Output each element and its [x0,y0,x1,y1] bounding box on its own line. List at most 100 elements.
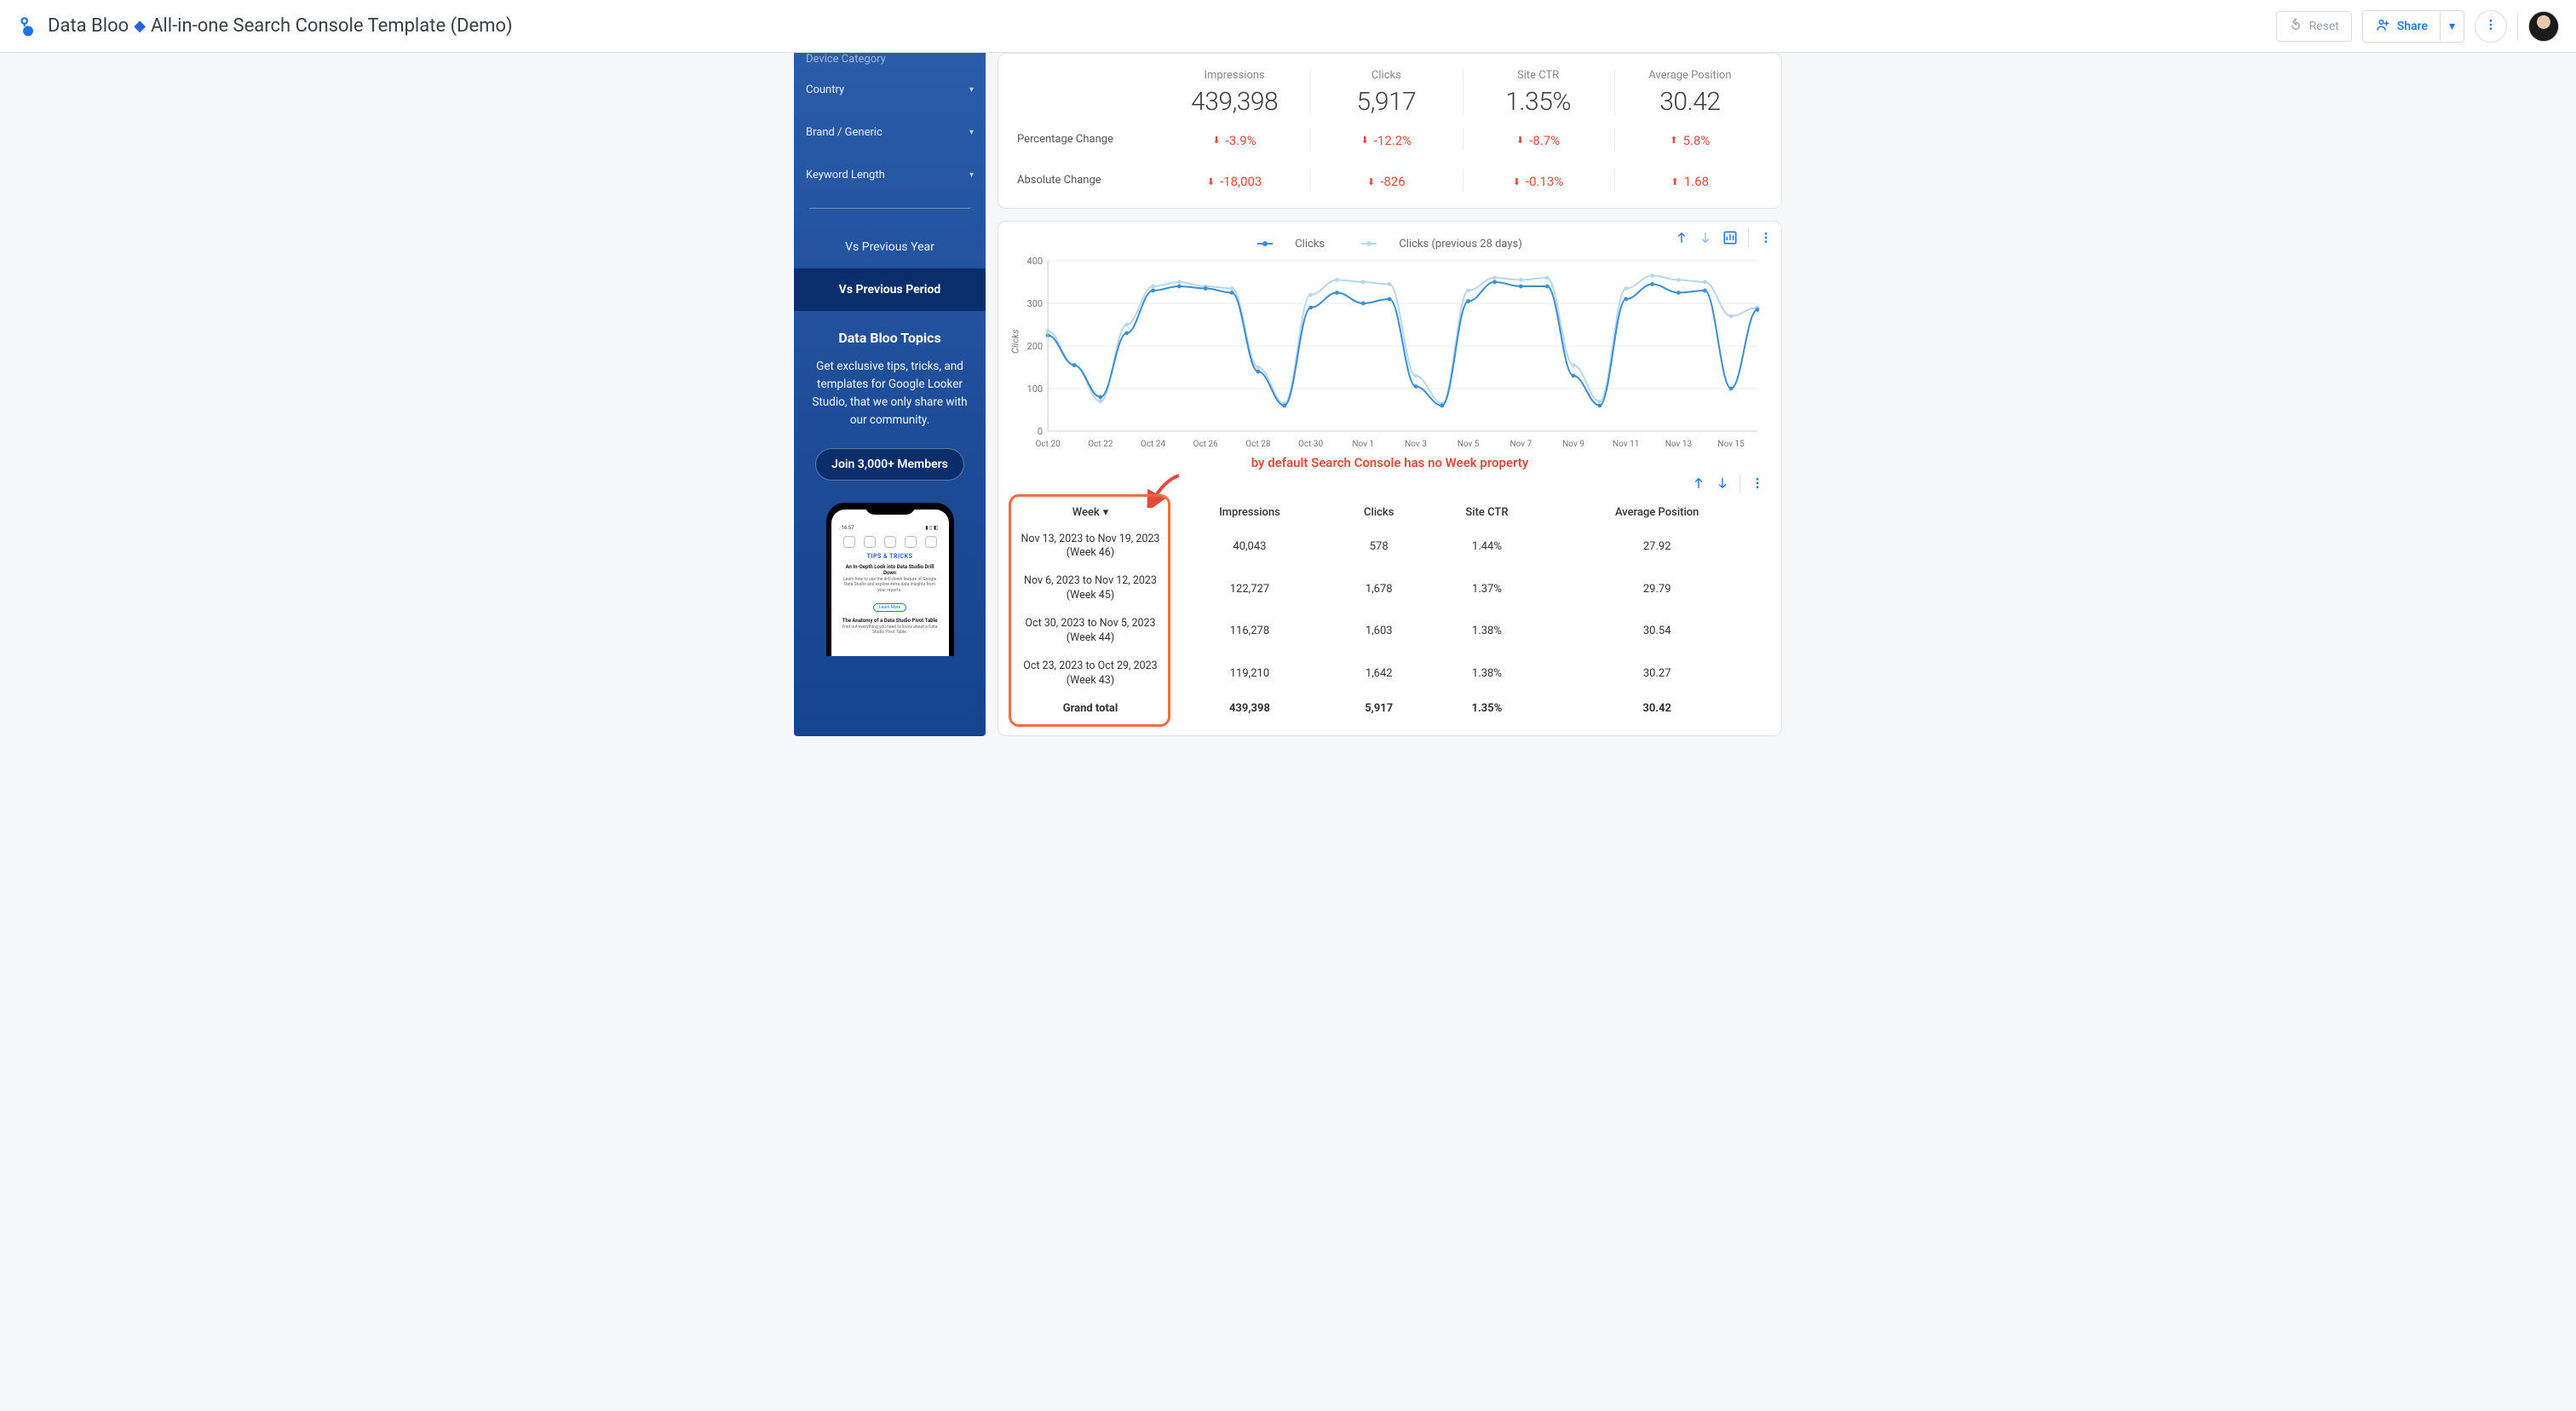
table-row: Nov 6, 2023 to Nov 12, 2023(Week 45)122,… [1014,567,1766,610]
arrow-down-icon: ⬇ [1361,135,1369,146]
filter-label: Device Category [806,53,886,66]
tab-vs-previous-period[interactable]: Vs Previous Period [794,268,986,311]
cta-label: Join 3,000+ Members [831,458,948,471]
chart-legend: Clicks Clicks (previous 28 days) [1014,235,1766,251]
svg-text:Nov 15: Nov 15 [1717,440,1745,449]
weekly-table-wrap: Week ▾ Impressions Clicks Site CTR Avera… [1014,499,1766,722]
kpi-label: Clicks [1314,69,1458,82]
chart-ylabel: Clicks [1010,329,1021,354]
grand-position: 30.42 [1548,695,1766,722]
sidebar-filter-device-category[interactable]: Device Category [806,53,974,68]
sort-descending-button[interactable] [1699,231,1712,245]
kpi-pct-value: -8.7% [1529,133,1560,148]
kpi-value: 439,398 [1162,87,1307,117]
share-dropdown-button[interactable]: ▾ [2440,11,2464,42]
topbar: Data Bloo ◆ All-in-one Search Console Te… [0,0,2576,53]
share-button[interactable]: Share [2363,11,2440,42]
caret-down-icon: ▾ [969,85,974,95]
sort-ascending-button[interactable] [1675,231,1688,245]
kpi-value: 5,917 [1314,87,1458,117]
table-sort-asc-button[interactable] [1692,476,1705,490]
phone-learn-more: Learn More [873,603,906,612]
explore-chart-button[interactable] [1722,230,1738,245]
svg-text:Oct 22: Oct 22 [1088,440,1113,449]
arrow-down-icon: ⬇ [1516,135,1524,146]
table-more-button[interactable] [1751,476,1764,490]
arrow-down-icon: ⬇ [1367,176,1375,187]
filter-label: Country [806,84,844,96]
phone-time: 16:57 [842,525,854,531]
svg-text:400: 400 [1027,256,1044,267]
sidebar-filter-brand-generic[interactable]: Brand / Generic ▾ [806,111,974,153]
svg-text:Nov 9: Nov 9 [1562,440,1584,449]
th-position[interactable]: Average Position [1548,499,1766,526]
main-column: Impressions439,398Clicks5,917Site CTR1.3… [998,53,1782,736]
svg-text:0: 0 [1038,426,1043,437]
chart-more-button[interactable] [1759,231,1773,245]
topics-body: Get exclusive tips, tricks, and template… [808,358,972,429]
kpi-pct-value: -3.9% [1226,133,1256,148]
svg-text:Nov 3: Nov 3 [1405,440,1427,449]
th-clicks[interactable]: Clicks [1332,499,1426,526]
kpi-label: Average Position [1618,69,1762,82]
clicks-line-chart: Clicks 0100200300400Oct 20Oct 22Oct 24Oc… [1014,256,1766,452]
kpi-clicks: Clicks 5,917 [1310,64,1462,122]
kpi-average-position: Average Position30.42 [1614,64,1766,122]
user-avatar[interactable] [2528,11,2559,42]
cell-week: Oct 23, 2023 to Oct 29, 2023(Week 43) [1014,653,1167,695]
th-week[interactable]: Week ▾ [1014,499,1167,526]
reset-button[interactable]: Reset [2276,11,2352,42]
comparison-tabs: Vs Previous Year Vs Previous Period [794,226,986,311]
legend-series-a: Clicks [1295,238,1325,251]
phone-mockup: 16:57▮ ▯ ◧ TIPS & TRICKS An In-Depth Loo… [826,503,954,656]
report-brand: Data Bloo [48,15,129,37]
sidebar-topics: Data Bloo Topics Get exclusive tips, tri… [794,311,986,656]
svg-text:200: 200 [1027,341,1044,352]
cell-ctr: 1.38% [1426,610,1549,653]
report-title: Data Bloo ◆ All-in-one Search Console Te… [48,15,513,37]
kpi-pct-value: 5.8% [1683,133,1711,148]
topbar-left: Data Bloo ◆ All-in-one Search Console Te… [17,15,513,37]
kpi-pct-value: -12.2% [1374,133,1412,148]
arrow-down-icon: ⬇ [1207,176,1215,187]
cell-impressions: 116,278 [1167,610,1332,653]
legend-series-b: Clicks (previous 28 days) [1399,238,1521,251]
kpi-abs-2: ⬇-0.13% [1463,167,1614,195]
cell-clicks: 1,642 [1332,653,1426,695]
svg-text:Nov 11: Nov 11 [1613,440,1639,449]
th-ctr[interactable]: Site CTR [1426,499,1549,526]
svg-text:100: 100 [1027,383,1044,395]
cell-clicks: 1,603 [1332,610,1426,653]
kpi-abs-3: ⬆1.68 [1614,167,1766,195]
svg-text:Nov 5: Nov 5 [1458,440,1480,449]
cell-position: 30.27 [1548,653,1766,695]
kpi-abs-value: -826 [1380,174,1405,189]
report-title-rest: All-in-one Search Console Template (Demo… [151,15,513,37]
join-members-button[interactable]: Join 3,000+ Members [815,448,964,481]
share-label: Share [2397,20,2428,33]
sidebar-filter-country[interactable]: Country ▾ [806,68,974,111]
cell-impressions: 40,043 [1167,526,1332,568]
cell-ctr: 1.37% [1426,567,1549,610]
diamond-icon: ◆ [134,17,146,35]
weekly-table: Week ▾ Impressions Clicks Site CTR Avera… [1014,499,1766,722]
caret-down-icon: ▾ [969,170,974,180]
kpi-abs-value: 1.68 [1684,174,1709,189]
workspace: Device Category Country ▾ Brand / Generi… [0,53,2576,736]
more-options-button[interactable] [2475,10,2507,43]
cell-week: Nov 6, 2023 to Nov 12, 2023(Week 45) [1014,567,1167,610]
annotation-text: by default Search Console has no Week pr… [1014,455,1766,470]
phone-section: TIPS & TRICKS [838,551,942,562]
kpi-impressions: Impressions439,398 [1159,64,1310,122]
sidebar-filter-keyword-length[interactable]: Keyword Length ▾ [806,153,974,196]
kpi-pct-2: ⬇ -8.7% [1463,125,1614,153]
kpi-site-ctr: Site CTR1.35% [1463,64,1614,122]
cell-position: 27.92 [1548,526,1766,568]
table-sort-desc-button[interactable] [1716,476,1729,490]
cell-week: Nov 13, 2023 to Nov 19, 2023(Week 46) [1014,526,1167,568]
th-impressions[interactable]: Impressions [1167,499,1332,526]
tab-vs-previous-year[interactable]: Vs Previous Year [794,226,986,268]
phone-article-2-title: The Anatomy of a Data Studio Pivot Table [838,615,942,625]
svg-text:Oct 26: Oct 26 [1193,440,1219,449]
table-row: Oct 30, 2023 to Nov 5, 2023(Week 44)116,… [1014,610,1766,653]
